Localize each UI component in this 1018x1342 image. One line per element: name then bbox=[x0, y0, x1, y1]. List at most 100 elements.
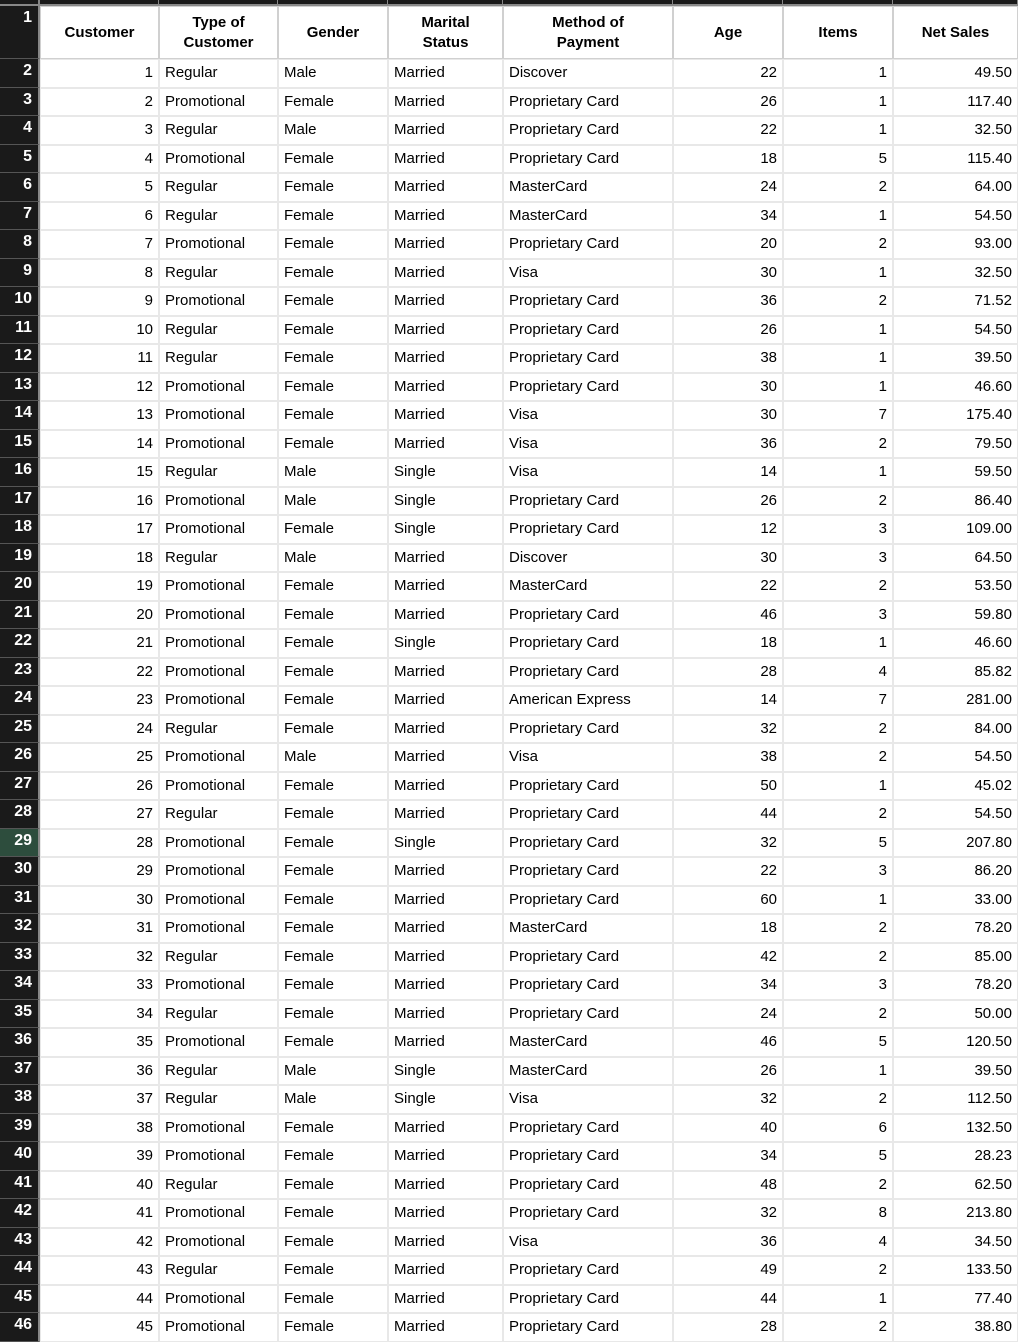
cell-marital[interactable]: Single bbox=[388, 515, 503, 544]
cell-items[interactable]: 2 bbox=[783, 1085, 893, 1114]
cell-customer[interactable]: 23 bbox=[40, 686, 159, 715]
cell-customer[interactable]: 1 bbox=[40, 59, 159, 88]
cell-age[interactable]: 30 bbox=[673, 401, 783, 430]
cell-gender[interactable]: Female bbox=[278, 686, 388, 715]
cell-type[interactable]: Promotional bbox=[159, 971, 278, 1000]
cell-type[interactable]: Promotional bbox=[159, 886, 278, 915]
cell-type[interactable]: Promotional bbox=[159, 686, 278, 715]
row-header[interactable]: 8 bbox=[0, 230, 40, 259]
cell-gender[interactable]: Female bbox=[278, 230, 388, 259]
cell-items[interactable]: 2 bbox=[783, 173, 893, 202]
cell-type[interactable]: Promotional bbox=[159, 515, 278, 544]
cell-net-sales[interactable]: 59.80 bbox=[893, 601, 1018, 630]
cell-age[interactable]: 60 bbox=[673, 886, 783, 915]
cell-type[interactable]: Promotional bbox=[159, 857, 278, 886]
cell-items[interactable]: 5 bbox=[783, 145, 893, 174]
cell-customer[interactable]: 13 bbox=[40, 401, 159, 430]
cell-items[interactable]: 7 bbox=[783, 686, 893, 715]
cell-payment[interactable]: Proprietary Card bbox=[503, 1285, 673, 1314]
cell-age[interactable]: 46 bbox=[673, 1028, 783, 1057]
cell-net-sales[interactable]: 50.00 bbox=[893, 1000, 1018, 1029]
cell-gender[interactable]: Female bbox=[278, 1114, 388, 1143]
row-header[interactable]: 39 bbox=[0, 1114, 40, 1143]
cell-payment[interactable]: MasterCard bbox=[503, 202, 673, 231]
cell-age[interactable]: 32 bbox=[673, 1085, 783, 1114]
cell-marital[interactable]: Married bbox=[388, 886, 503, 915]
cell-marital[interactable]: Single bbox=[388, 487, 503, 516]
row-header[interactable]: 10 bbox=[0, 287, 40, 316]
cell-marital[interactable]: Married bbox=[388, 116, 503, 145]
cell-net-sales[interactable]: 45.02 bbox=[893, 772, 1018, 801]
row-header[interactable]: 16 bbox=[0, 458, 40, 487]
cell-gender[interactable]: Female bbox=[278, 1142, 388, 1171]
cell-net-sales[interactable]: 84.00 bbox=[893, 715, 1018, 744]
cell-payment[interactable]: Proprietary Card bbox=[503, 145, 673, 174]
cell-items[interactable]: 1 bbox=[783, 1285, 893, 1314]
cell-items[interactable]: 2 bbox=[783, 430, 893, 459]
cell-gender[interactable]: Female bbox=[278, 202, 388, 231]
cell-type[interactable]: Promotional bbox=[159, 1142, 278, 1171]
cell-type[interactable]: Regular bbox=[159, 173, 278, 202]
row-header[interactable]: 9 bbox=[0, 259, 40, 288]
cell-age[interactable]: 38 bbox=[673, 344, 783, 373]
cell-type[interactable]: Regular bbox=[159, 1171, 278, 1200]
cell-payment[interactable]: Visa bbox=[503, 458, 673, 487]
cell-type[interactable]: Regular bbox=[159, 116, 278, 145]
cell-type[interactable]: Regular bbox=[159, 1085, 278, 1114]
cell-payment[interactable]: Proprietary Card bbox=[503, 629, 673, 658]
cell-items[interactable]: 5 bbox=[783, 829, 893, 858]
cell-payment[interactable]: Visa bbox=[503, 1085, 673, 1114]
cell-gender[interactable]: Female bbox=[278, 829, 388, 858]
cell-net-sales[interactable]: 38.80 bbox=[893, 1313, 1018, 1342]
cell-payment[interactable]: Proprietary Card bbox=[503, 88, 673, 117]
cell-payment[interactable]: Discover bbox=[503, 59, 673, 88]
row-header[interactable]: 30 bbox=[0, 857, 40, 886]
cell-type[interactable]: Regular bbox=[159, 1000, 278, 1029]
cell-net-sales[interactable]: 64.00 bbox=[893, 173, 1018, 202]
cell-customer[interactable]: 4 bbox=[40, 145, 159, 174]
row-header[interactable]: 6 bbox=[0, 173, 40, 202]
cell-type[interactable]: Regular bbox=[159, 544, 278, 573]
cell-marital[interactable]: Married bbox=[388, 202, 503, 231]
cell-marital[interactable]: Single bbox=[388, 1085, 503, 1114]
cell-type[interactable]: Promotional bbox=[159, 572, 278, 601]
cell-payment[interactable]: Proprietary Card bbox=[503, 943, 673, 972]
cell-age[interactable]: 28 bbox=[673, 1313, 783, 1342]
cell-payment[interactable]: Visa bbox=[503, 401, 673, 430]
cell-gender[interactable]: Female bbox=[278, 1285, 388, 1314]
cell-marital[interactable]: Married bbox=[388, 544, 503, 573]
cell-net-sales[interactable]: 62.50 bbox=[893, 1171, 1018, 1200]
row-header[interactable]: 21 bbox=[0, 601, 40, 630]
cell-type[interactable]: Promotional bbox=[159, 1228, 278, 1257]
cell-gender[interactable]: Male bbox=[278, 487, 388, 516]
cell-net-sales[interactable]: 34.50 bbox=[893, 1228, 1018, 1257]
cell-type[interactable]: Regular bbox=[159, 943, 278, 972]
cell-age[interactable]: 32 bbox=[673, 1199, 783, 1228]
cell-net-sales[interactable]: 93.00 bbox=[893, 230, 1018, 259]
cell-age[interactable]: 40 bbox=[673, 1114, 783, 1143]
cell-type[interactable]: Promotional bbox=[159, 1199, 278, 1228]
row-header[interactable]: 34 bbox=[0, 971, 40, 1000]
row-header[interactable]: 25 bbox=[0, 715, 40, 744]
cell-customer[interactable]: 39 bbox=[40, 1142, 159, 1171]
cell-customer[interactable]: 11 bbox=[40, 344, 159, 373]
cell-payment[interactable]: Proprietary Card bbox=[503, 1313, 673, 1342]
cell-marital[interactable]: Married bbox=[388, 686, 503, 715]
cell-items[interactable]: 1 bbox=[783, 373, 893, 402]
cell-payment[interactable]: Proprietary Card bbox=[503, 316, 673, 345]
cell-type[interactable]: Regular bbox=[159, 259, 278, 288]
cell-items[interactable]: 3 bbox=[783, 515, 893, 544]
cell-items[interactable]: 2 bbox=[783, 572, 893, 601]
cell-marital[interactable]: Married bbox=[388, 772, 503, 801]
cell-net-sales[interactable]: 86.40 bbox=[893, 487, 1018, 516]
cell-marital[interactable]: Married bbox=[388, 1256, 503, 1285]
cell-customer[interactable]: 2 bbox=[40, 88, 159, 117]
cell-gender[interactable]: Male bbox=[278, 1085, 388, 1114]
row-header[interactable]: 4 bbox=[0, 116, 40, 145]
cell-net-sales[interactable]: 54.50 bbox=[893, 743, 1018, 772]
cell-gender[interactable]: Male bbox=[278, 743, 388, 772]
row-header[interactable]: 5 bbox=[0, 145, 40, 174]
cell-customer[interactable]: 17 bbox=[40, 515, 159, 544]
cell-customer[interactable]: 19 bbox=[40, 572, 159, 601]
cell-customer[interactable]: 37 bbox=[40, 1085, 159, 1114]
